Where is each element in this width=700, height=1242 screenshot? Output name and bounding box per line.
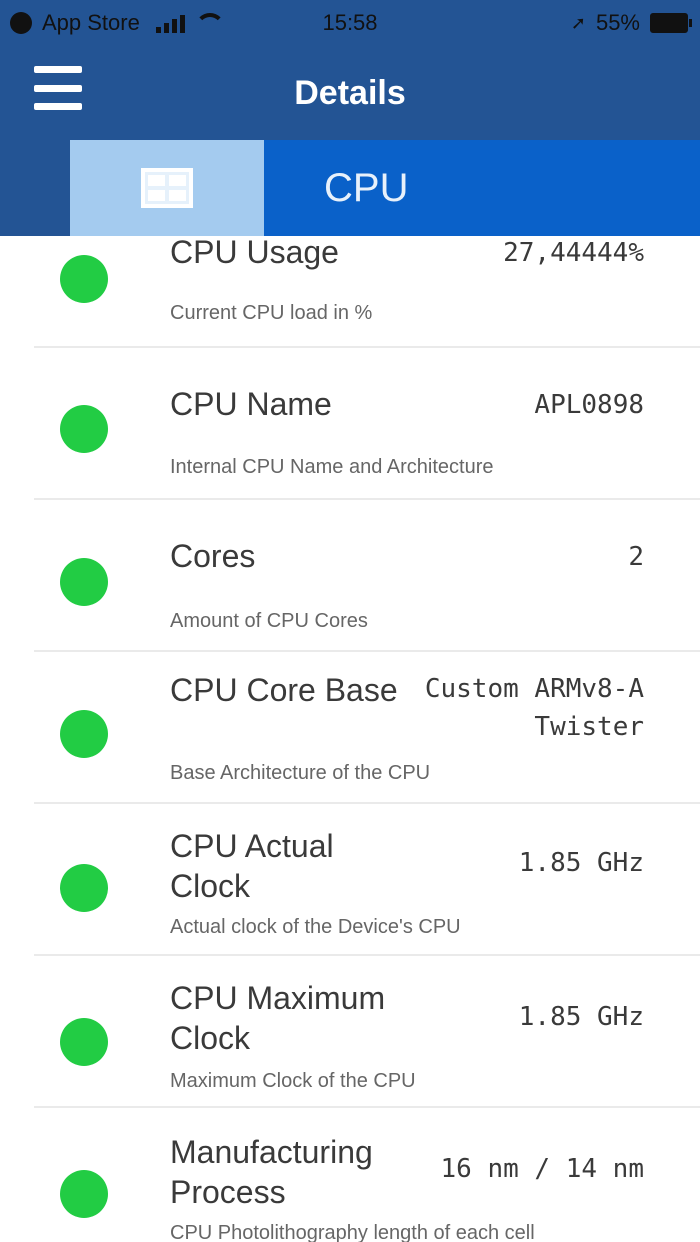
row-description: Maximum Clock of the CPU (170, 1070, 416, 1092)
row-title: Cores (170, 538, 256, 574)
row-title: CPU Actual Clock (170, 828, 334, 904)
tab-cpu[interactable]: CPU (264, 140, 700, 236)
row-value: 1.85 GHz (518, 848, 644, 878)
status-ok-icon (60, 1018, 108, 1066)
row-title: CPU Usage (170, 236, 339, 270)
row-title: Manufacturing Process (170, 1134, 373, 1210)
row-description: Current CPU load in % (170, 302, 373, 324)
row-value: APL0898 (534, 390, 644, 420)
tab-bar: CPU (0, 138, 700, 236)
row-title: CPU Core Base (170, 672, 398, 708)
list-item[interactable]: CPU Usage 27,44444% Current CPU load in … (0, 236, 700, 348)
page-title: Details (294, 74, 406, 112)
battery-icon (650, 13, 692, 33)
location-icon: ➚ (570, 12, 586, 33)
row-description: Base Architecture of the CPU (170, 762, 431, 784)
list-item[interactable]: CPU Maximum Clock 1.85 GHz Maximum Clock… (0, 956, 700, 1108)
row-title: CPU Maximum Clock (170, 980, 386, 1056)
status-right: ➚ 55% (570, 0, 692, 46)
row-description: Internal CPU Name and Architecture (170, 456, 494, 478)
list-item[interactable]: CPU Core Base Custom ARMv8-A Twister Bas… (0, 652, 700, 804)
status-ok-icon (60, 405, 108, 453)
list-item[interactable]: Manufacturing Process 16 nm / 14 nm CPU … (0, 1108, 700, 1242)
battery-percent: 55% (595, 10, 640, 35)
list-item[interactable]: CPU Name APL0898 Internal CPU Name and A… (0, 348, 700, 500)
status-ok-icon (60, 255, 108, 303)
list-item[interactable]: CPU Actual Clock 1.85 GHz Actual clock o… (0, 804, 700, 956)
row-value: Custom ARMv8-A Twister (424, 674, 644, 742)
grid-icon (141, 168, 193, 208)
list-item[interactable]: Cores 2 Amount of CPU Cores (0, 500, 700, 652)
row-description: Actual clock of the Device's CPU (170, 916, 461, 938)
status-ok-icon (60, 1170, 108, 1218)
row-value: 1.85 GHz (518, 1002, 644, 1032)
status-ok-icon (60, 558, 108, 606)
row-title: CPU Name (170, 386, 332, 422)
row-value: 27,44444% (503, 238, 644, 268)
row-value: 2 (628, 542, 644, 572)
status-ok-icon (60, 710, 108, 758)
row-value: 16 nm / 14 nm (440, 1154, 645, 1184)
nav-bar: Details (0, 46, 700, 138)
status-ok-icon (60, 864, 108, 912)
tab-cpu-label: CPU (324, 165, 409, 210)
row-description: CPU Photolithography length of each cell (170, 1222, 535, 1242)
tab-overview[interactable] (70, 140, 264, 236)
status-bar: App Store 15:58 ➚ 55% (0, 0, 700, 46)
cpu-detail-list[interactable]: CPU Usage 27,44444% Current CPU load in … (0, 236, 700, 1242)
row-description: Amount of CPU Cores (170, 610, 368, 632)
